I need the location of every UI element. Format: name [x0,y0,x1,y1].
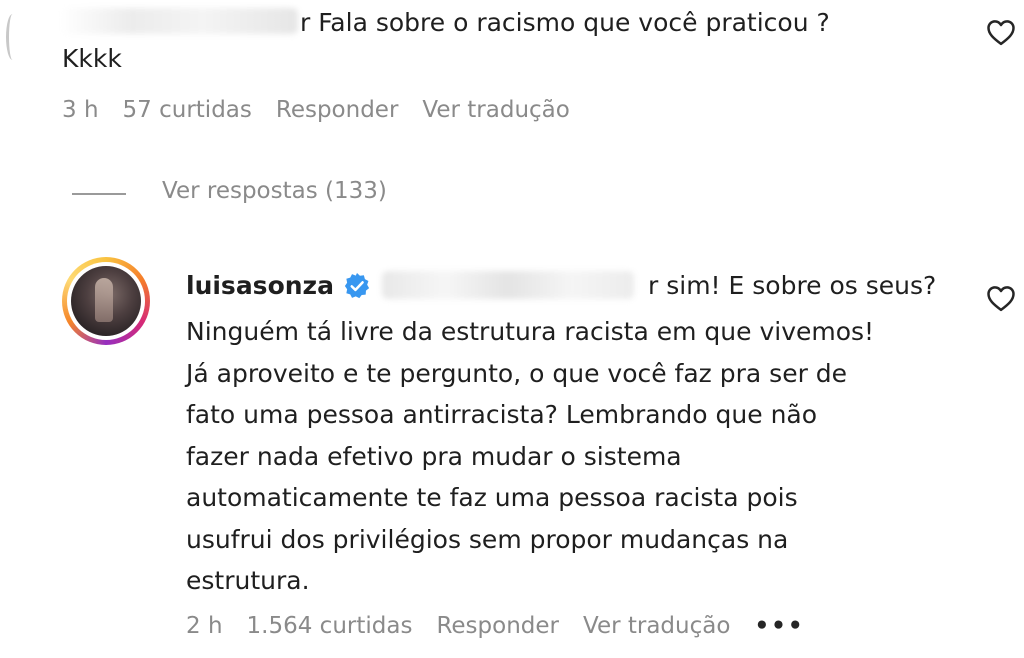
comment1-translate-link[interactable]: Ver tradução [422,97,569,123]
comment1-likes[interactable]: 57 curtidas [123,97,252,123]
reply-line: fato uma pessoa antirracista? Lembrando … [186,400,818,429]
verified-badge-icon [344,273,370,299]
reply-likes[interactable]: 1.564 curtidas [247,613,413,639]
heart-outline-icon[interactable] [986,18,1016,46]
comment1-avatar-edge[interactable] [6,14,19,60]
reply-first-line: r sim! E sobre os seus? [648,271,937,300]
comment1-text-line2: Kkkk [62,44,122,73]
reply-body: Ninguém tá livre da estrutura racista em… [186,311,966,602]
reply-line: estrutura. [186,566,310,595]
blurred-username [60,8,298,34]
comment1-text: r Fala sobre o racismo que você praticou… [300,8,830,37]
reply-line: automaticamente te faz uma pessoa racist… [186,483,798,512]
heart-outline-icon[interactable] [986,284,1016,312]
avatar[interactable] [71,266,141,336]
avatar-figure [95,278,113,322]
comment1-meta: 3 h 57 curtidas Responder Ver tradução [62,97,594,123]
replies-divider-line [72,193,126,195]
reply-reply-button[interactable]: Responder [436,613,559,639]
reply-username[interactable]: luisasonza [186,269,334,303]
comment1-reply-button[interactable]: Responder [276,97,399,123]
reply-line: usufrui dos privilégios sem propor mudan… [186,524,789,554]
reply-meta: 2 h 1.564 curtidas Responder Ver tradução ••… [186,613,829,639]
blurred-mention [382,271,634,299]
reply-line: Ninguém tá livre da estrutura racista em… [186,317,875,346]
comment1-time: 3 h [62,97,99,123]
reply-translate-link[interactable]: Ver tradução [583,613,730,639]
more-options-icon[interactable]: ••• [754,613,804,639]
view-replies-button[interactable]: Ver respostas (133) [162,178,387,204]
reply-time: 2 h [186,613,223,639]
reply-line: fazer nada efetivo pra mudar o sistema [186,441,682,471]
reply-line: Já aproveito e te pergunto, o que você f… [186,358,848,388]
